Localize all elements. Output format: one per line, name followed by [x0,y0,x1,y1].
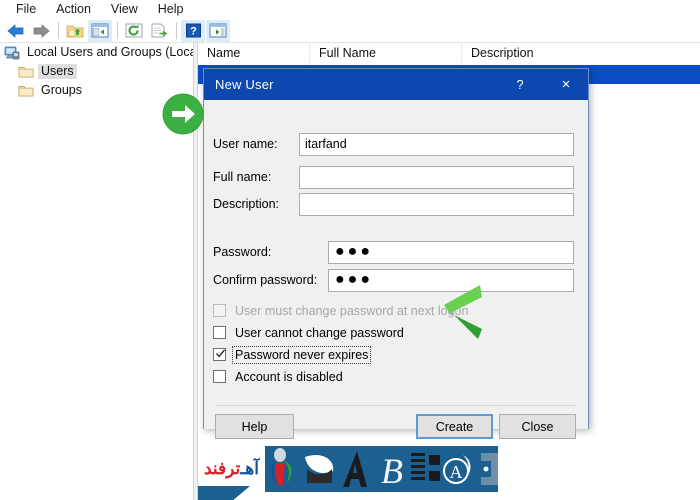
dialog-body: User name: Full name: Description: Passw… [204,100,588,429]
watermark-letter-b-icon: B [379,447,409,491]
close-button[interactable]: Close [499,414,576,439]
full-name-input[interactable] [299,166,574,189]
confirm-password-input[interactable]: ●●● [328,269,574,292]
description-input[interactable] [299,193,574,216]
watermark-persian-text: آهـترفند [198,446,265,492]
watermark-figure-icon [267,447,301,491]
checkbox-account-is-disabled[interactable]: Account is disabled [213,368,345,385]
column-header-full-name[interactable]: Full Name [310,43,462,65]
watermark-text-red: ترفند [204,459,240,479]
tree-item-label: Groups [38,83,85,98]
watermark-logos: B A .com [265,446,498,492]
password-label: Password: [204,245,328,259]
tree-item-label: Local Users and Groups (Local) [24,45,193,60]
toolbar: ? [0,19,700,43]
svg-text:?: ? [190,26,197,38]
menu-bar: File Action View Help [0,0,700,19]
checkbox-label: Password never expires [233,347,370,363]
help-icon[interactable]: ? [181,20,205,42]
create-button[interactable]: Create [416,414,493,439]
menu-item-help[interactable]: Help [148,1,194,18]
svg-text:B: B [381,451,403,491]
checkbox-label: Account is disabled [233,369,345,385]
help-icon[interactable]: ? [498,69,542,100]
menu-item-action[interactable]: Action [46,1,101,18]
export-list-icon[interactable] [147,20,171,42]
up-folder-icon[interactable] [63,20,87,42]
menu-item-view[interactable]: View [101,1,148,18]
watermark-device-icon [477,447,498,491]
toolbar-separator-3 [176,22,177,39]
checkbox-label: User cannot change password [233,325,406,341]
field-row-confirm-password: Confirm password: ●●● [204,268,588,292]
column-header-description[interactable]: Description [462,43,700,65]
svg-text:A: A [449,462,462,482]
checkmark-icon [215,348,226,359]
show-hide-console-tree-icon[interactable] [88,20,112,42]
tree-item-local-users-and-groups[interactable]: Local Users and Groups (Local) [0,43,193,62]
menu-item-file[interactable]: File [6,1,46,18]
forward-icon[interactable] [29,20,53,42]
description-label: Description: [204,197,299,211]
checkbox-password-never-expires[interactable]: Password never expires [213,346,370,363]
field-row-user-name: User name: [204,132,588,156]
list-column-header: Name Full Name Description [198,43,700,66]
properties-icon[interactable] [206,20,230,42]
watermark-banner: آهـترفند B [198,446,498,492]
refresh-icon[interactable] [122,20,146,42]
watermark-bars-icon [409,447,443,491]
column-header-name[interactable]: Name [198,43,310,65]
help-button[interactable]: Help [215,414,294,439]
dialog-title: New User [215,77,274,92]
field-row-description: Description: [204,192,588,216]
dialog-title-bar[interactable]: New User ? × [204,69,588,100]
checkbox-user-cannot-change-password[interactable]: User cannot change password [213,324,406,341]
watermark-flame-icon: A [443,447,477,491]
password-input[interactable]: ●●● [328,241,574,264]
tree-item-groups[interactable]: Groups [0,81,193,100]
folder-icon [18,64,34,80]
toolbar-separator-2 [117,22,118,39]
user-name-input[interactable] [299,133,574,156]
checkbox-label: User must change password at next logon [233,303,470,319]
checkbox-box[interactable] [213,348,226,361]
watermark-text-blue: آهـ [240,459,259,479]
watermark-leaf-icon [301,447,339,491]
close-icon[interactable]: × [544,69,588,100]
user-name-label: User name: [204,137,299,151]
checkbox-box[interactable] [213,326,226,339]
checkbox-user-must-change-password: User must change password at next logon [213,302,470,319]
tree-item-label: Users [38,64,77,79]
computer-icon [4,45,20,61]
full-name-label: Full name: [204,170,299,184]
console-tree-pane: Local Users and Groups (Local) Users Gro… [0,43,193,500]
checkbox-box[interactable] [213,370,226,383]
back-icon[interactable] [4,20,28,42]
folder-icon [18,83,34,99]
confirm-password-label: Confirm password: [204,273,328,287]
new-user-dialog: New User ? × User name: Full name: Descr… [203,68,589,429]
mmc-console-window: File Action View Help [0,0,700,500]
field-row-password: Password: ●●● [204,240,588,264]
toolbar-separator-1 [58,22,59,39]
dialog-separator [215,405,577,406]
checkbox-box [213,304,226,317]
tree-item-users[interactable]: Users [0,62,193,81]
field-row-full-name: Full name: [204,165,588,189]
watermark-letter-a-icon [339,447,379,491]
